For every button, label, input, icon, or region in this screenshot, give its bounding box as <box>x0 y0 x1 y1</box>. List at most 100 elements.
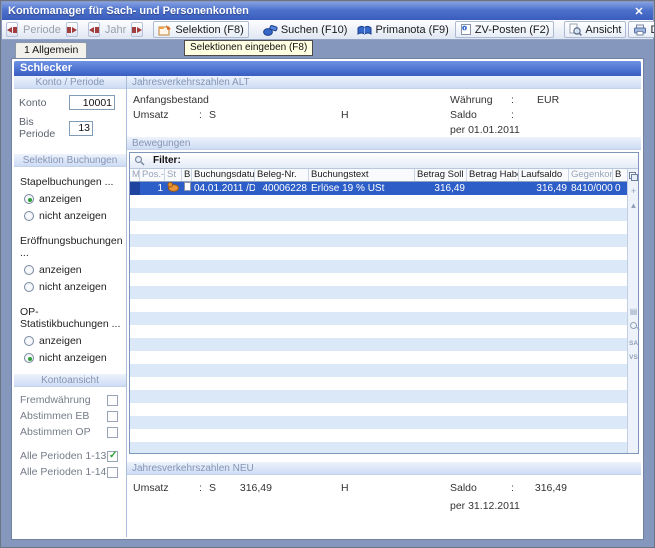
section-kontoansicht: Kontoansicht <box>14 374 126 387</box>
grid-empty-row[interactable] <box>130 299 627 312</box>
selektion-button[interactable]: Selektion (F8) <box>153 21 248 38</box>
bis-periode-label: Bis Periode <box>19 116 69 140</box>
ansicht-button[interactable]: Ansicht <box>564 21 626 38</box>
eroeffnungsbuchungen-label: Eröffnungsbuchungen ... <box>20 235 126 259</box>
column-header-m[interactable]: M <box>130 169 140 181</box>
drucken-icon <box>633 24 647 36</box>
op-nicht-anzeigen-option[interactable]: nicht anzeigen <box>24 352 126 364</box>
saldo-neu-value: 316,49 <box>517 482 567 494</box>
umsatz-neu-label: Umsatz <box>133 482 169 494</box>
cell-belegnr: 40006228 <box>255 182 309 195</box>
grid-empty-row[interactable] <box>130 338 627 351</box>
jahr-next-button[interactable] <box>131 22 143 37</box>
column-header-laufsaldo[interactable]: Laufsaldo <box>519 169 569 181</box>
grid-empty-row[interactable] <box>130 195 627 208</box>
stapel-nicht-anzeigen-option[interactable]: nicht anzeigen <box>24 210 126 222</box>
grid-empty-row[interactable] <box>130 429 627 442</box>
column-header-belegnr[interactable]: Beleg-Nr. <box>255 169 309 181</box>
radio-icon[interactable] <box>24 265 34 275</box>
grid-empty-row[interactable] <box>130 286 627 299</box>
magnifier-icon[interactable] <box>628 322 639 331</box>
radio-icon[interactable] <box>24 194 34 204</box>
column-header-b2[interactable]: B <box>613 169 623 181</box>
soll-marker: S <box>209 482 216 494</box>
zv-posten-button[interactable]: ZV-Posten (F2) <box>455 21 555 38</box>
suchen-icon <box>263 24 278 36</box>
grid-corner-icon[interactable] <box>628 170 638 182</box>
drucken-button[interactable]: Drucken <box>628 21 655 38</box>
card-view-icon[interactable]: ▤ <box>628 307 639 316</box>
grid-empty-row[interactable] <box>130 273 627 286</box>
per-neu-date: per 31.12.2011 <box>450 500 520 512</box>
alle-perioden-1-14-row[interactable]: Alle Perioden 1-14 <box>20 466 118 478</box>
filter-search-icon <box>134 155 145 166</box>
eroeffnung-anzeigen-option[interactable]: anzeigen <box>24 264 126 276</box>
grid-empty-row[interactable] <box>130 260 627 273</box>
grid-empty-row[interactable] <box>130 416 627 429</box>
tab-band: 1 Allgemein <box>2 41 653 58</box>
scroll-up-icon[interactable]: ▲ <box>628 201 639 210</box>
grid-rows: 1 04.01.2011 /Di 40006228 Erlöse 19 % US… <box>130 182 627 453</box>
cell-buchungsdatum: 04.01.2011 /Di <box>192 182 255 195</box>
radio-icon[interactable] <box>24 282 34 292</box>
grid-empty-row[interactable] <box>130 312 627 325</box>
eroeffnung-nicht-anzeigen-option[interactable]: nicht anzeigen <box>24 281 126 293</box>
op-anzeigen-option[interactable]: anzeigen <box>24 335 126 347</box>
primanota-button[interactable]: Primanota (F9) <box>353 21 452 38</box>
column-header-betrag-soll[interactable]: Betrag Soll <box>415 169 467 181</box>
column-header-gegenkonto[interactable]: Gegenkonto <box>569 169 613 181</box>
grid-empty-row[interactable] <box>130 234 627 247</box>
column-header-b[interactable]: B <box>182 169 192 181</box>
stapel-anzeigen-option[interactable]: anzeigen <box>24 193 126 205</box>
grid-empty-row[interactable] <box>130 403 627 416</box>
abstimmen-op-row[interactable]: Abstimmen OP <box>20 426 118 438</box>
arrow-right-icon <box>137 27 142 33</box>
grid-empty-row[interactable] <box>130 442 627 453</box>
selected-booking-row[interactable]: 1 04.01.2011 /Di 40006228 Erlöse 19 % US… <box>130 182 627 195</box>
content-panel: Schlecker Konto / Periode Konto Bis Peri… <box>11 58 644 540</box>
grid-empty-row[interactable] <box>130 377 627 390</box>
grid-empty-row[interactable] <box>130 390 627 403</box>
grid-empty-row[interactable] <box>130 364 627 377</box>
grid-empty-row[interactable] <box>130 351 627 364</box>
fremdwaehrung-row[interactable]: Fremdwährung <box>20 394 118 406</box>
checkbox-icon[interactable] <box>107 395 118 406</box>
grid-empty-row[interactable] <box>130 325 627 338</box>
title-bar: Kontomanager für Sach- und Personenkonte… <box>2 2 653 20</box>
checkbox-icon[interactable] <box>107 411 118 422</box>
column-header-buchungstext[interactable]: Buchungstext <box>309 169 415 181</box>
checkbox-icon[interactable] <box>107 427 118 438</box>
grid-empty-row[interactable] <box>130 247 627 260</box>
add-row-icon[interactable]: + <box>628 187 639 196</box>
vs-icon[interactable]: VS <box>628 353 639 362</box>
grid-filter-row[interactable]: Filter: <box>130 153 638 169</box>
column-header-posnr[interactable]: Pos.-nr <box>140 169 165 181</box>
periode-next-button[interactable] <box>66 22 78 37</box>
alle-perioden-1-13-row[interactable]: Alle Perioden 1-13 <box>20 450 118 462</box>
konto-input[interactable] <box>69 95 115 110</box>
periode-prev-button[interactable] <box>6 22 18 37</box>
checkbox-icon[interactable] <box>107 451 118 462</box>
column-header-betrag-haben[interactable]: Betrag Haben <box>467 169 519 181</box>
checkbox-icon[interactable] <box>107 467 118 478</box>
stop-square-icon <box>132 27 136 33</box>
radio-icon[interactable] <box>24 336 34 346</box>
abstimmen-eb-row[interactable]: Abstimmen EB <box>20 410 118 422</box>
column-header-buchungsdatum[interactable]: Buchungsdatum ▴ <box>192 169 255 181</box>
stop-square-icon <box>13 27 17 33</box>
column-header-st[interactable]: St <box>165 169 182 181</box>
grid-empty-row[interactable] <box>130 221 627 234</box>
close-button[interactable]: ✕ <box>631 5 647 18</box>
soll-marker: S <box>209 109 216 121</box>
sa-icon[interactable]: SA <box>628 339 639 348</box>
cell-b2: 0 <box>613 182 623 195</box>
radio-icon[interactable] <box>24 353 34 363</box>
tooltip: Selektionen eingeben (F8) <box>184 40 313 56</box>
bis-periode-input[interactable] <box>69 121 93 136</box>
suchen-button[interactable]: Suchen (F10) <box>259 21 352 38</box>
radio-icon[interactable] <box>24 211 34 221</box>
section-jvz-neu: Jahresverkehrszahlen NEU <box>127 462 641 475</box>
jahr-prev-button[interactable] <box>88 22 100 37</box>
tab-allgemein[interactable]: 1 Allgemein <box>15 42 87 58</box>
grid-empty-row[interactable] <box>130 208 627 221</box>
